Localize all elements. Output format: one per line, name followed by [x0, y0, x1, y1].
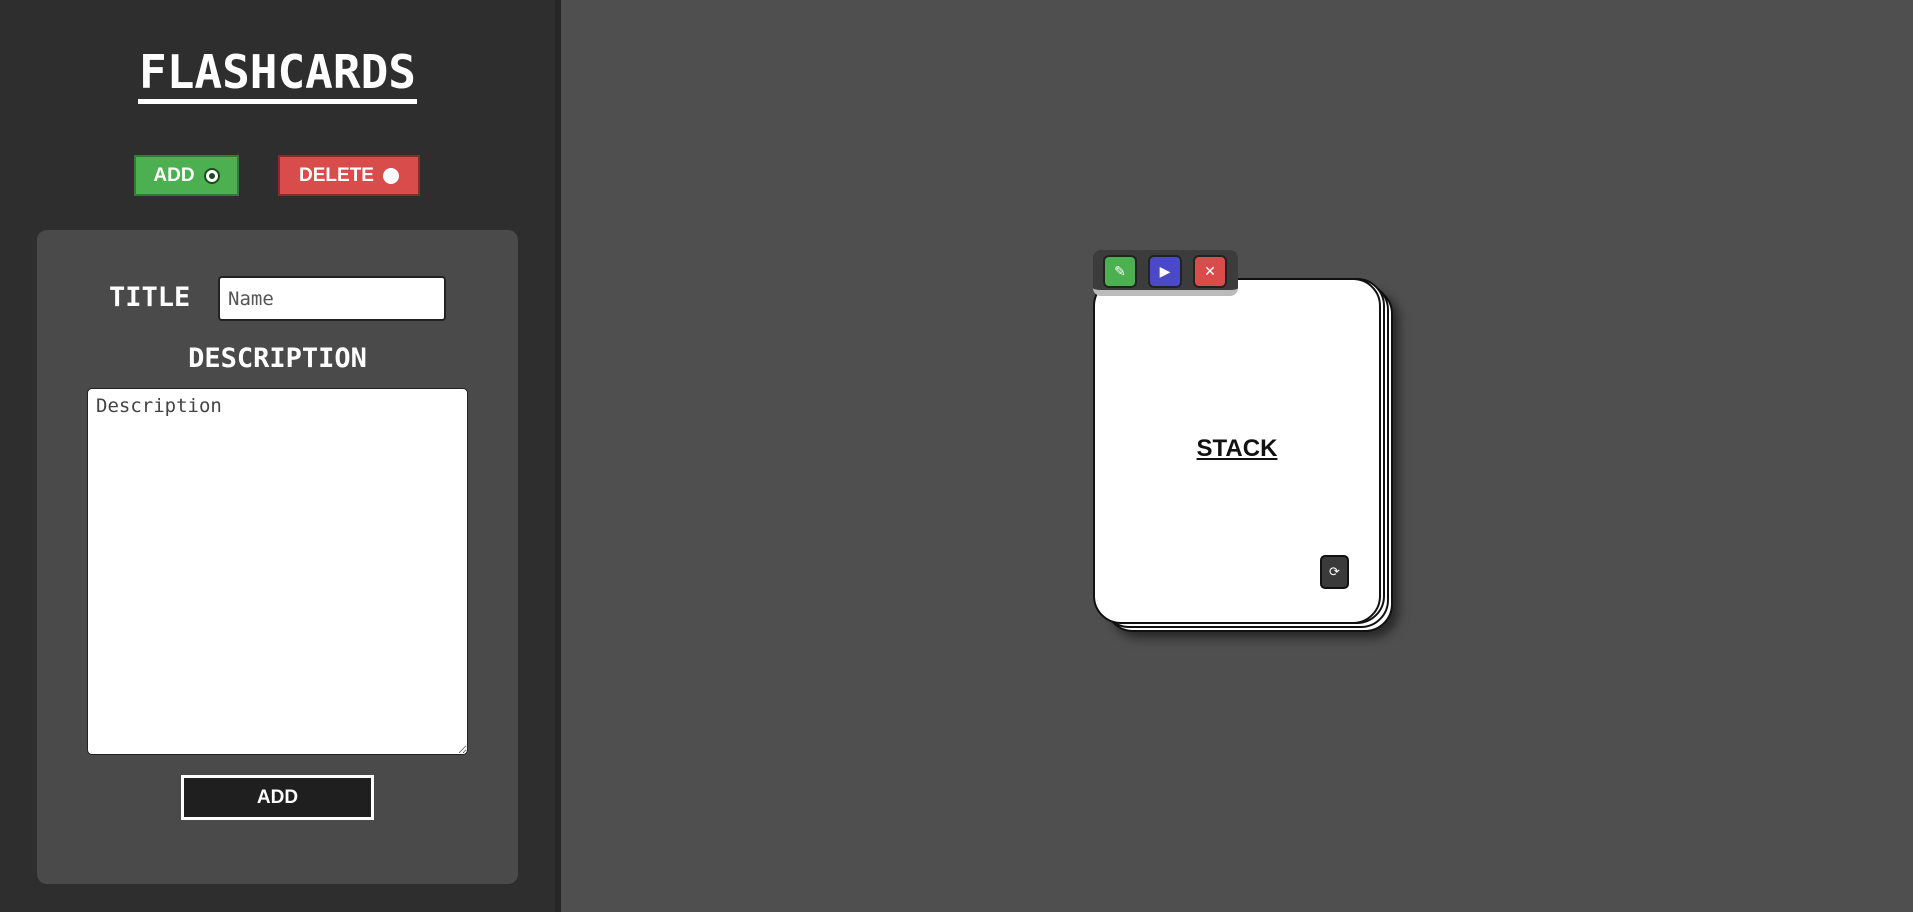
- delete-mode-radio-icon[interactable]: [382, 167, 399, 184]
- delete-mode-button[interactable]: DELETE: [278, 155, 420, 196]
- app-title-text: FLASHCARDS: [138, 45, 417, 104]
- description-input[interactable]: [87, 388, 468, 755]
- description-label: DESCRIPTION: [188, 343, 367, 374]
- card-toolbar: ✎ ▶ ✕: [1093, 250, 1238, 296]
- close-icon[interactable]: ✕: [1193, 255, 1227, 288]
- title-input[interactable]: [218, 276, 446, 321]
- card-front[interactable]: STACK ⟳: [1093, 278, 1381, 624]
- app-title: FLASHCARDS: [0, 45, 555, 104]
- add-mode-button[interactable]: ADD: [134, 155, 239, 196]
- refresh-icon[interactable]: ⟳: [1320, 555, 1349, 589]
- add-mode-radio-icon[interactable]: [203, 167, 220, 184]
- stack-card: STACK ⟳ ✎ ▶ ✕: [1093, 250, 1393, 635]
- pencil-icon[interactable]: ✎: [1103, 255, 1137, 288]
- add-stack-form: TITLE DESCRIPTION ADD: [37, 230, 518, 884]
- sidebar: FLASHCARDS ADD DELETE TITLE DESCRIPTION …: [0, 0, 561, 912]
- stack-title: STACK: [1196, 435, 1278, 462]
- title-label: TITLE: [109, 282, 191, 313]
- play-icon[interactable]: ▶: [1148, 255, 1182, 288]
- delete-mode-label: DELETE: [299, 164, 374, 186]
- app-root: FLASHCARDS ADD DELETE TITLE DESCRIPTION …: [0, 0, 1913, 912]
- add-stack-button[interactable]: ADD: [181, 775, 374, 820]
- add-mode-label: ADD: [153, 164, 195, 186]
